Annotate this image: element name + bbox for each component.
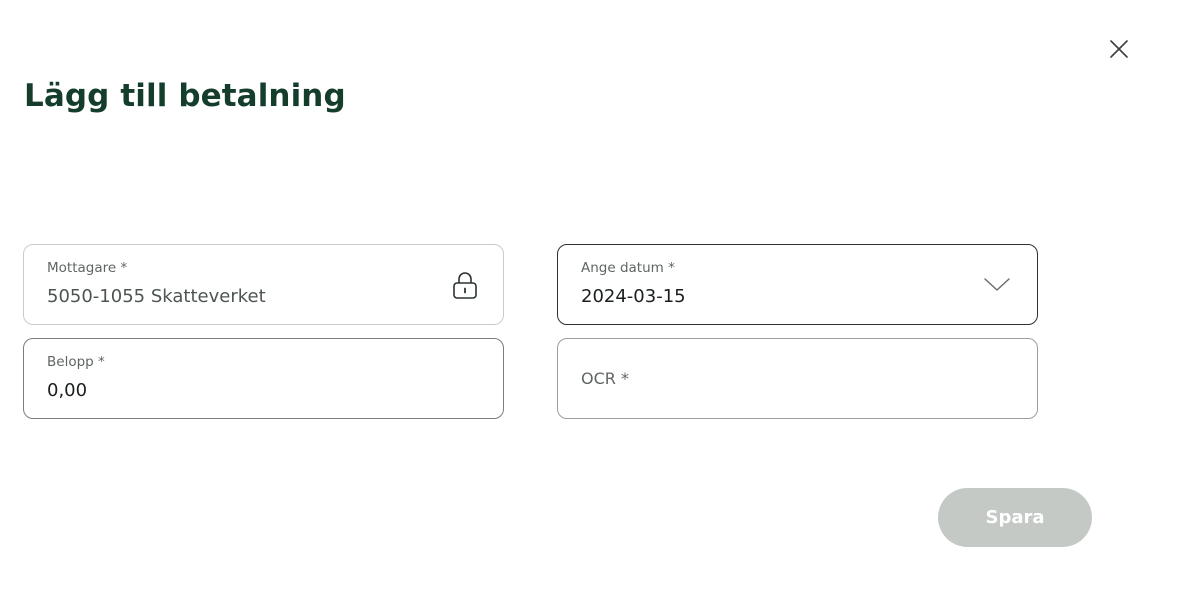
ocr-field[interactable]: OCR * <box>557 338 1038 419</box>
date-label: Ange datum * <box>581 260 675 276</box>
amount-value[interactable]: 0,00 <box>47 380 87 401</box>
ocr-placeholder: OCR * <box>581 369 629 388</box>
save-button[interactable]: Spara <box>938 488 1092 547</box>
date-select[interactable]: Ange datum * 2024-03-15 <box>557 244 1038 325</box>
recipient-value: 5050-1055 Skatteverket <box>47 286 266 307</box>
amount-label: Belopp * <box>47 354 105 370</box>
recipient-label: Mottagare * <box>47 260 128 276</box>
page-title: Lägg till betalning <box>24 78 346 114</box>
date-value: 2024-03-15 <box>581 286 686 307</box>
lock-icon <box>453 272 477 299</box>
close-icon[interactable] <box>1106 36 1132 62</box>
recipient-field: Mottagare * 5050-1055 Skatteverket <box>23 244 504 325</box>
chevron-down-icon[interactable] <box>983 277 1011 293</box>
amount-field[interactable]: Belopp * 0,00 <box>23 338 504 419</box>
